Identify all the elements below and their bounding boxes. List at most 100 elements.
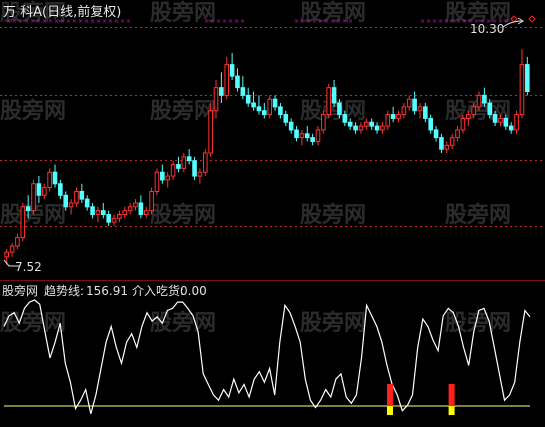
candle-body	[149, 190, 154, 212]
candle-body	[321, 114, 326, 131]
marker-x-icon: ×	[318, 18, 323, 25]
candle-body	[192, 160, 197, 177]
candle-body	[471, 106, 476, 116]
candle-body	[41, 187, 47, 196]
watermark-text: 股旁网	[0, 98, 66, 124]
signal-bar-red	[448, 384, 455, 406]
candle-body	[423, 106, 428, 119]
marker-x-icon: ×	[438, 18, 443, 25]
marker-x-icon: ×	[444, 18, 449, 25]
candle-body	[100, 210, 106, 215]
candle-body	[111, 217, 117, 223]
candle-body	[47, 171, 52, 189]
candle-body	[95, 210, 101, 215]
candle-body	[380, 125, 385, 131]
watermark-text: 股旁网	[300, 202, 366, 228]
candle-body	[256, 106, 262, 112]
marker-x-icon: ×	[204, 18, 209, 25]
candle-body	[154, 171, 160, 192]
candle-body	[15, 237, 20, 247]
candle-body	[304, 133, 310, 139]
marker-x-icon: ×	[432, 18, 437, 25]
candle-body	[127, 206, 133, 212]
candle-body	[299, 133, 305, 139]
candle-body	[84, 198, 90, 208]
marker-x-icon: ×	[306, 18, 311, 25]
stock-chart[interactable]: 股旁网 股旁网 股旁网 股旁网股旁网 股旁网 股旁网 股旁网股旁网 股旁网 股旁网 股旁网股旁网股…	[0, 0, 545, 427]
candle-body	[401, 106, 407, 116]
candle-body	[165, 175, 171, 181]
candle-body	[385, 114, 391, 127]
candle-body	[525, 64, 530, 92]
candle-body	[358, 125, 364, 131]
candle-body	[315, 129, 321, 142]
candle-body	[58, 183, 63, 196]
candle-body	[219, 87, 224, 96]
candle-body	[449, 137, 455, 146]
candle-body	[444, 144, 450, 150]
candle-body	[492, 114, 498, 123]
marker-x-icon: ×	[348, 18, 353, 25]
watermark-text: 股旁网	[150, 310, 216, 336]
candle-body	[310, 137, 315, 142]
candle-body	[208, 110, 213, 154]
candle-body	[347, 121, 353, 127]
candle-body	[465, 114, 471, 119]
candle-body	[4, 251, 9, 258]
watermark-text: 股旁网	[445, 202, 511, 228]
candle-body	[74, 190, 79, 204]
candle-body	[133, 202, 138, 208]
candle-body	[229, 64, 235, 77]
candle-body	[283, 114, 289, 123]
candle-body	[326, 87, 332, 116]
candle-body	[331, 87, 337, 104]
candle-body	[503, 117, 509, 127]
candle-body	[342, 114, 348, 123]
chart-title: 万 科A(日线,前复权)	[3, 4, 121, 20]
marker-x-icon: ×	[426, 18, 431, 25]
candle-body	[294, 129, 299, 139]
marker-x-icon: ×	[462, 18, 467, 25]
marker-x-icon: ×	[210, 18, 215, 25]
watermark-text: 股旁网	[300, 310, 366, 336]
candle-body	[439, 137, 444, 150]
candle-body	[374, 125, 380, 131]
candle-body	[79, 190, 85, 200]
candle-body	[106, 214, 111, 223]
indicator-watermark: 股旁网	[2, 283, 38, 298]
watermark-text: 股旁网	[150, 98, 216, 124]
signal-value: 0.00	[180, 284, 207, 298]
candle-body	[122, 210, 128, 215]
candle-body	[31, 183, 36, 212]
candle-body	[9, 245, 15, 253]
price-low-label: 7.52	[15, 260, 42, 274]
candle-body	[417, 106, 423, 112]
candle-body	[498, 117, 503, 123]
candle-body	[176, 164, 181, 169]
signal-bar-yellow	[387, 406, 393, 415]
marker-x-icon: ×	[222, 18, 227, 25]
watermark-text: 股旁网	[0, 310, 66, 336]
marker-x-icon: ×	[324, 18, 329, 25]
candle-body	[20, 206, 26, 239]
candle-body	[514, 114, 519, 131]
candle-body	[138, 202, 144, 215]
candle-body	[519, 64, 525, 116]
watermark-text: 股旁网	[150, 202, 216, 228]
candle-body	[25, 206, 31, 212]
candle-body	[202, 152, 208, 173]
candle-body	[482, 94, 487, 104]
marker-x-icon: ×	[336, 18, 341, 25]
candle-body	[52, 171, 58, 185]
candle-body	[240, 87, 246, 96]
candle-body	[186, 156, 192, 162]
candle-body	[363, 121, 369, 127]
marker-x-icon: ×	[456, 18, 461, 25]
candle-body	[390, 114, 396, 119]
marker-x-icon: ×	[342, 18, 347, 25]
candle-body	[143, 210, 149, 215]
candle-body	[262, 110, 267, 116]
marker-x-icon: ×	[294, 18, 299, 25]
candle-body	[428, 117, 434, 131]
marker-x-icon: ×	[126, 18, 131, 25]
